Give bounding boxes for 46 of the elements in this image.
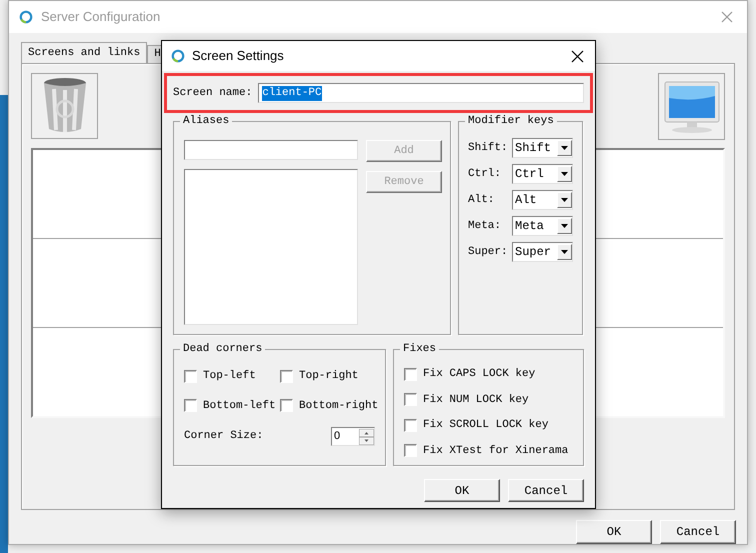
cancel-button[interactable]: Cancel xyxy=(660,520,736,544)
checkbox[interactable] xyxy=(404,418,417,432)
checkbox-label: Fix SCROLL LOCK key xyxy=(423,418,548,433)
checkbox-label: Top-left xyxy=(203,369,256,384)
tab[interactable]: Screens and links xyxy=(21,42,148,63)
cancel-button[interactable]: Cancel xyxy=(508,479,584,502)
spin-arrows-icon[interactable] xyxy=(359,428,374,444)
checkbox-label: Bottom-right xyxy=(299,398,378,414)
ok-button[interactable]: OK xyxy=(576,520,652,544)
app-logo-icon xyxy=(19,10,33,24)
dialog-title: Screen Settings xyxy=(192,47,284,66)
modifier-dropdown[interactable]: Meta xyxy=(512,216,573,236)
checkbox[interactable] xyxy=(280,370,293,383)
corner-size-spinbox[interactable]: 0 xyxy=(331,427,375,446)
close-icon[interactable] xyxy=(571,50,584,62)
ok-button[interactable]: OK xyxy=(424,479,500,502)
checkbox[interactable] xyxy=(184,399,197,412)
checkbox[interactable] xyxy=(184,370,197,383)
modifier-label: Shift: xyxy=(468,140,508,156)
app-logo-icon xyxy=(171,49,185,63)
checkbox[interactable] xyxy=(404,444,417,458)
monitor-icon xyxy=(662,80,720,134)
checkbox[interactable] xyxy=(404,368,417,381)
screen-name-field[interactable]: client-PC xyxy=(258,83,584,103)
alias-input[interactable] xyxy=(184,140,358,160)
screen-name-label: Screen name: xyxy=(173,86,252,101)
checkbox[interactable] xyxy=(280,399,293,412)
checkbox-label: Fix CAPS LOCK key xyxy=(423,367,536,382)
modifier-dropdown[interactable]: Super xyxy=(512,242,573,262)
corner-size-label: Corner Size: xyxy=(184,429,264,444)
modifier-dropdown[interactable]: Shift xyxy=(512,138,573,158)
trash-can-icon xyxy=(42,77,88,135)
checkbox[interactable] xyxy=(404,393,417,406)
checkbox-label: Fix XTest for Xinerama xyxy=(423,444,568,458)
window-title: Server Configuration xyxy=(41,8,160,26)
trash-tile[interactable] xyxy=(31,73,98,139)
modifier-label: Super: xyxy=(468,244,508,260)
checkbox-label: Bottom-left xyxy=(203,398,276,414)
modifier-dropdown[interactable]: Ctrl xyxy=(512,164,573,184)
modifier-label: Meta: xyxy=(468,218,502,234)
modifier-dropdown[interactable]: Alt xyxy=(512,190,573,210)
monitor-tile[interactable] xyxy=(658,73,725,140)
checkbox-label: Fix NUM LOCK key xyxy=(423,392,529,408)
checkbox-label: Top-right xyxy=(299,369,358,384)
modifier-label: Ctrl: xyxy=(468,166,502,182)
modifier-label: Alt: xyxy=(468,192,494,208)
